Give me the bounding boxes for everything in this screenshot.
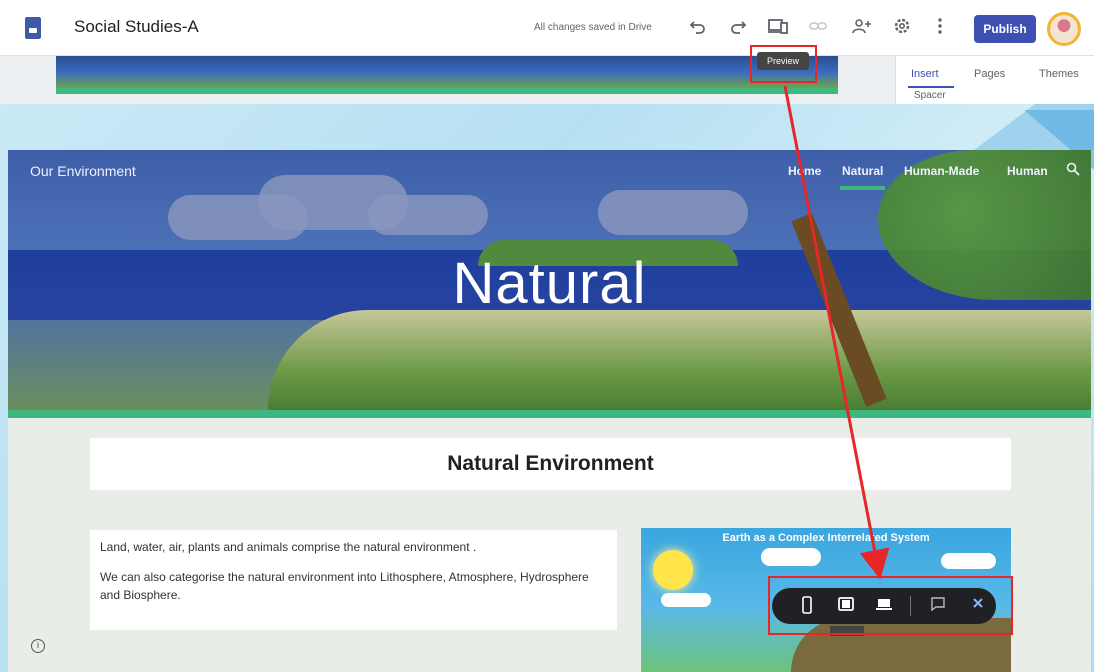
redo-icon-svg bbox=[731, 21, 747, 34]
avatar[interactable] bbox=[1047, 12, 1081, 46]
more-icon-svg bbox=[938, 18, 942, 34]
section-card: Natural Environment bbox=[90, 438, 1011, 490]
editor-window: Social Studies-A All changes saved in Dr… bbox=[0, 0, 1094, 104]
text-card: Land, water, air, plants and animals com… bbox=[90, 530, 617, 630]
paragraph: We can also categorise the natural envir… bbox=[100, 570, 589, 602]
info-cloud bbox=[941, 553, 996, 569]
editor-header-image bbox=[56, 56, 838, 88]
more-icon[interactable] bbox=[928, 16, 952, 40]
undo-icon[interactable] bbox=[686, 16, 710, 40]
hero-title: Natural bbox=[452, 251, 647, 316]
tab-insert[interactable]: Insert bbox=[911, 68, 939, 80]
tab-themes[interactable]: Themes bbox=[1039, 68, 1079, 80]
editor-header-stripe bbox=[56, 88, 838, 94]
link-icon-svg bbox=[809, 22, 827, 30]
preview-icon-svg bbox=[768, 19, 788, 34]
link-icon[interactable] bbox=[806, 16, 830, 40]
nav-human-made[interactable]: Human-Made bbox=[904, 164, 979, 178]
nav-home[interactable]: Home bbox=[788, 164, 821, 178]
paragraph: Land, water, air, plants and animals com… bbox=[100, 540, 477, 554]
redo-icon[interactable] bbox=[726, 16, 750, 40]
hero-banner: Our Environment Home Natural Human-Made … bbox=[8, 150, 1091, 410]
editor-toolbar: Social Studies-A All changes saved in Dr… bbox=[0, 0, 1094, 56]
info-cloud bbox=[761, 548, 821, 566]
settings-icon[interactable] bbox=[890, 16, 914, 40]
hero-shore bbox=[268, 310, 1091, 410]
tab-indicator bbox=[908, 86, 954, 88]
publish-button[interactable]: Publish bbox=[974, 15, 1036, 43]
save-status: All changes saved in Drive bbox=[534, 22, 652, 33]
preview-highlight-box bbox=[750, 45, 817, 83]
nav-natural[interactable]: Natural bbox=[842, 164, 883, 178]
info-cloud bbox=[661, 593, 711, 607]
share-icon[interactable] bbox=[850, 16, 874, 40]
search-icon[interactable] bbox=[1066, 162, 1080, 179]
search-icon-svg bbox=[1066, 162, 1080, 176]
toolbar-highlight-box bbox=[768, 576, 1013, 635]
tab-pages[interactable]: Pages bbox=[974, 68, 1005, 80]
share-icon-svg bbox=[852, 19, 871, 34]
undo-icon-svg bbox=[689, 21, 705, 34]
doc-title[interactable]: Social Studies-A bbox=[74, 17, 199, 37]
nav-active-indicator bbox=[840, 186, 885, 190]
info-icon[interactable]: i bbox=[31, 639, 45, 653]
infographic-title: Earth as a Complex Interrelated System bbox=[722, 532, 930, 544]
nav-human[interactable]: Human bbox=[1007, 164, 1048, 178]
settings-icon-svg bbox=[894, 18, 910, 34]
sites-logo-icon[interactable] bbox=[25, 17, 41, 39]
preview-icon[interactable] bbox=[766, 16, 790, 40]
sun-icon bbox=[653, 550, 693, 590]
site-name[interactable]: Our Environment bbox=[30, 163, 136, 179]
insert-spacer-item[interactable]: Spacer bbox=[914, 90, 946, 101]
editor-side-panel: Insert Pages Themes Spacer bbox=[895, 56, 1094, 104]
hero-stripe bbox=[8, 410, 1091, 418]
hero-cloud bbox=[598, 190, 748, 235]
section-title: Natural Environment bbox=[447, 452, 654, 475]
hero-cloud bbox=[368, 195, 488, 235]
